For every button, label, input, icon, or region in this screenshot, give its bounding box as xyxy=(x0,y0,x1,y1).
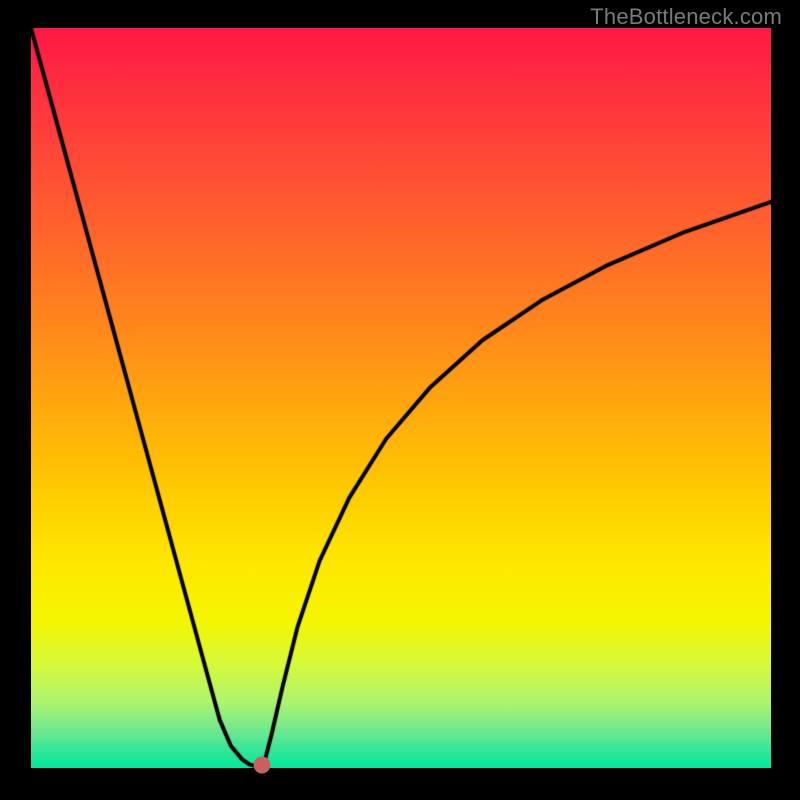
min-point-marker xyxy=(253,757,270,774)
chart-container: TheBottleneck.com xyxy=(0,0,800,800)
bottleneck-curve xyxy=(31,28,771,768)
plot-area xyxy=(31,28,771,768)
watermark-text: TheBottleneck.com xyxy=(590,4,782,30)
